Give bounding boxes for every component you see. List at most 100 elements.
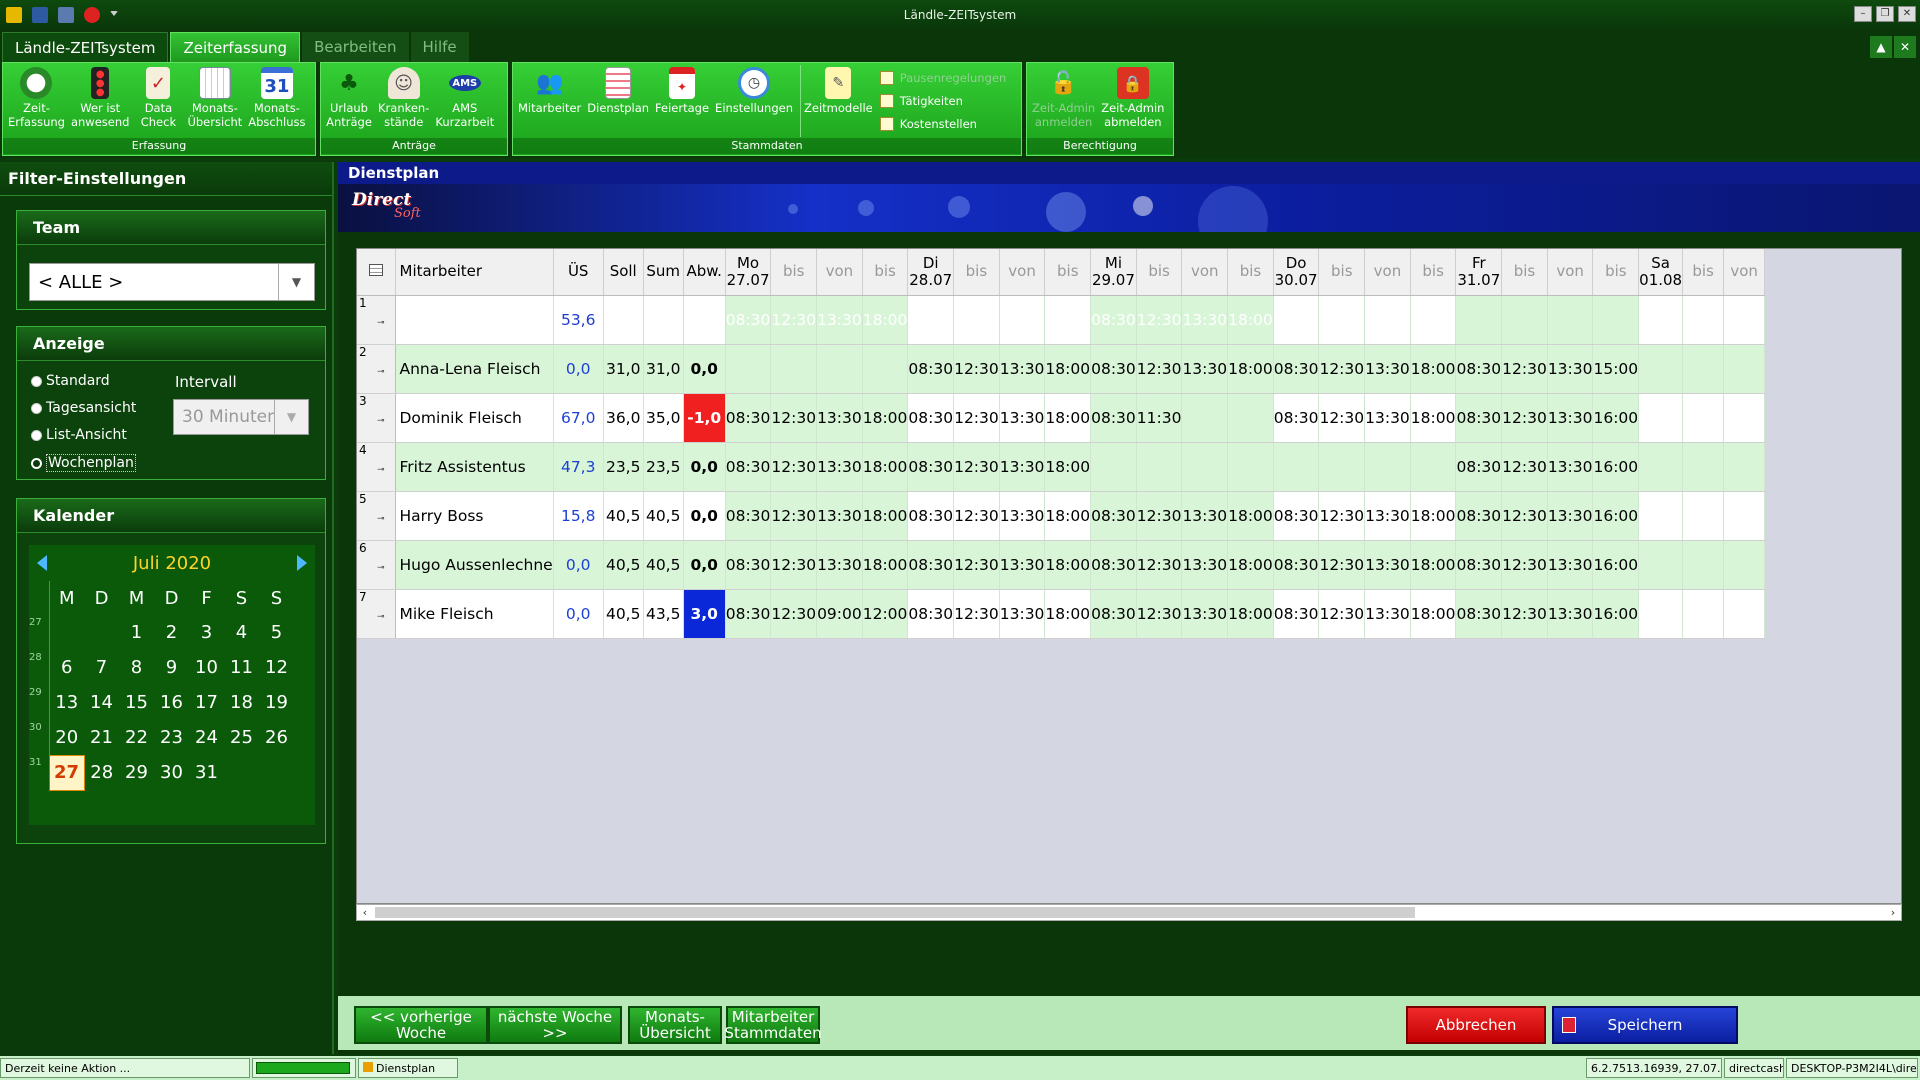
time-cell[interactable] — [1136, 442, 1183, 492]
time-cell[interactable] — [1723, 295, 1766, 345]
time-cell[interactable]: 12:00 — [862, 589, 909, 639]
time-cell[interactable]: 08:30 — [1272, 589, 1320, 639]
time-cell[interactable]: 08:30 — [907, 344, 955, 394]
day-column-header[interactable]: Mo 27.07 — [724, 249, 772, 296]
cell-us[interactable]: 67,0 — [553, 393, 604, 443]
cell-sum[interactable]: 31,0 — [643, 344, 684, 394]
time-cell[interactable]: 12:30 — [953, 491, 1000, 541]
time-cell[interactable]: 08:30 — [1272, 344, 1320, 394]
time-cell[interactable]: 13:30 — [816, 393, 863, 443]
time-cell[interactable]: 12:30 — [770, 442, 818, 492]
dienstplan-grid[interactable]: Mitarbeiter ÜS Soll Sum Abw. Mo 27.07 bis von bis… — [356, 248, 1902, 904]
calendar-day[interactable]: 28 — [84, 755, 119, 790]
time-cell[interactable]: 08:30 — [1455, 393, 1503, 443]
day-column-header[interactable]: Do 30.07 — [1272, 249, 1320, 296]
cell-abw[interactable]: 0,0 — [683, 540, 726, 590]
calendar-day[interactable]: 4 — [224, 615, 259, 650]
time-column-header[interactable]: bis — [1501, 249, 1548, 296]
time-column-header[interactable]: bis — [770, 249, 818, 296]
table-row[interactable]: 6 ⊸ Hugo Aussenlechne 0,0 40,5 40,5 0,0 08:30 12… — [357, 540, 1766, 590]
cell-soll[interactable]: 31,0 — [603, 344, 644, 394]
column-header[interactable]: Soll — [603, 249, 644, 296]
radio-wochenplan[interactable]: Wochenplan — [31, 454, 136, 472]
calendar-day[interactable]: 15 — [119, 685, 154, 720]
ams-kurzarbeit-button[interactable]: AMS AMS Kurzarbeit — [432, 65, 497, 137]
monats-abschluss-button[interactable]: 31 Monats- Abschluss — [245, 65, 308, 137]
time-cell[interactable]: 08:30 — [724, 442, 772, 492]
time-cell[interactable]: 12:30 — [953, 295, 1000, 345]
time-cell[interactable]: 13:30 — [816, 540, 863, 590]
time-cell[interactable]: 13:30 — [1364, 540, 1411, 590]
row-number[interactable]: 6 ⊸ — [357, 540, 396, 590]
table-row[interactable]: 3 ⊸ Dominik Fleisch 67,0 36,0 35,0 -1,0 08:30 12… — [357, 393, 1766, 443]
time-cell[interactable]: 13:30 — [999, 540, 1046, 590]
time-cell[interactable]: 12:30 — [953, 344, 1000, 394]
cell-abw[interactable]: 0,0 — [683, 344, 726, 394]
time-cell[interactable]: 08:30 — [1272, 491, 1320, 541]
next-week-button[interactable]: nächste Woche >> — [488, 1006, 622, 1044]
time-cell[interactable] — [770, 344, 818, 394]
time-cell[interactable]: 13:30 — [1547, 344, 1594, 394]
save-all-icon[interactable] — [58, 7, 74, 23]
calendar-day[interactable]: 3 — [189, 615, 224, 650]
radio-list-ansicht[interactable]: List-Ansicht — [31, 427, 127, 443]
calendar-next-icon[interactable] — [297, 555, 307, 571]
time-cell[interactable]: 18:00 — [1044, 295, 1092, 345]
time-cell[interactable]: 12:30 — [953, 589, 1000, 639]
time-column-header[interactable]: bis — [1044, 249, 1092, 296]
cell-us[interactable]: 0,0 — [553, 589, 604, 639]
calendar-day[interactable]: 5 — [259, 615, 294, 650]
time-cell[interactable]: 08:30 — [907, 540, 955, 590]
time-cell[interactable] — [1227, 442, 1274, 492]
time-cell[interactable]: 18:00 — [1410, 589, 1457, 639]
cell-sum[interactable]: 35,0 — [643, 393, 684, 443]
time-cell[interactable]: 08:30 — [907, 393, 955, 443]
time-cell[interactable]: 08:30 — [907, 589, 955, 639]
time-cell[interactable]: 18:00 — [1044, 344, 1092, 394]
time-cell[interactable]: 13:30 — [999, 295, 1046, 345]
time-column-header[interactable]: bis — [862, 249, 909, 296]
time-cell[interactable]: 08:30 — [724, 491, 772, 541]
column-header[interactable]: Mitarbeiter — [395, 249, 554, 296]
time-cell[interactable]: 12:30 — [1136, 295, 1183, 345]
calendar-day[interactable]: 21 — [84, 720, 119, 755]
time-cell[interactable]: 18:00 — [862, 393, 909, 443]
time-cell[interactable] — [1723, 344, 1766, 394]
scrollbar-thumb[interactable] — [375, 907, 1415, 918]
cell-soll[interactable]: 34,0 — [603, 295, 644, 345]
scroll-left-icon[interactable]: ‹ — [357, 905, 373, 920]
time-cell[interactable]: 08:30 — [724, 393, 772, 443]
time-cell[interactable]: 16:00 — [1592, 442, 1640, 492]
ribbon-close-icon[interactable]: ✕ — [1894, 36, 1916, 58]
time-column-header[interactable]: bis — [1410, 249, 1457, 296]
time-cell[interactable] — [1682, 491, 1725, 541]
calendar-day[interactable]: 7 — [84, 650, 119, 685]
cell-name[interactable]: Harry Boss — [395, 491, 554, 541]
cell-name[interactable]: Andrea Fleisch — [395, 295, 554, 345]
row-number[interactable]: 5 ⊸ — [357, 491, 396, 541]
time-cell[interactable]: 16:00 — [1592, 540, 1640, 590]
time-cell[interactable]: 13:30 — [1364, 491, 1411, 541]
time-cell[interactable]: 13:30 — [1547, 540, 1594, 590]
calendar-day[interactable]: 9 — [154, 650, 189, 685]
day-column-header[interactable]: Sa 01.08 — [1638, 249, 1684, 296]
time-cell[interactable] — [1723, 491, 1766, 541]
no-entry-icon[interactable] — [84, 7, 100, 23]
time-cell[interactable] — [1638, 589, 1684, 639]
calendar-day[interactable]: 8 — [119, 650, 154, 685]
calendar-day[interactable]: 24 — [189, 720, 224, 755]
cell-soll[interactable]: 40,5 — [603, 540, 644, 590]
time-cell[interactable] — [1501, 295, 1548, 345]
tab-hilfe[interactable]: Hilfe — [410, 32, 469, 62]
calendar-day[interactable]: 13 — [49, 685, 84, 720]
cell-abw[interactable]: 0,0 — [683, 442, 726, 492]
time-cell[interactable]: 08:30 — [1090, 344, 1137, 394]
time-cell[interactable] — [1318, 442, 1366, 492]
calendar-day[interactable]: 22 — [119, 720, 154, 755]
time-cell[interactable] — [1638, 540, 1684, 590]
time-cell[interactable]: 13:30 — [1181, 295, 1229, 345]
time-cell[interactable]: 08:30 — [1455, 589, 1503, 639]
time-cell[interactable]: 18:00 — [1227, 344, 1274, 394]
time-cell[interactable]: 15:00 — [1592, 344, 1640, 394]
save-button[interactable]: Speichern — [1552, 1006, 1738, 1044]
